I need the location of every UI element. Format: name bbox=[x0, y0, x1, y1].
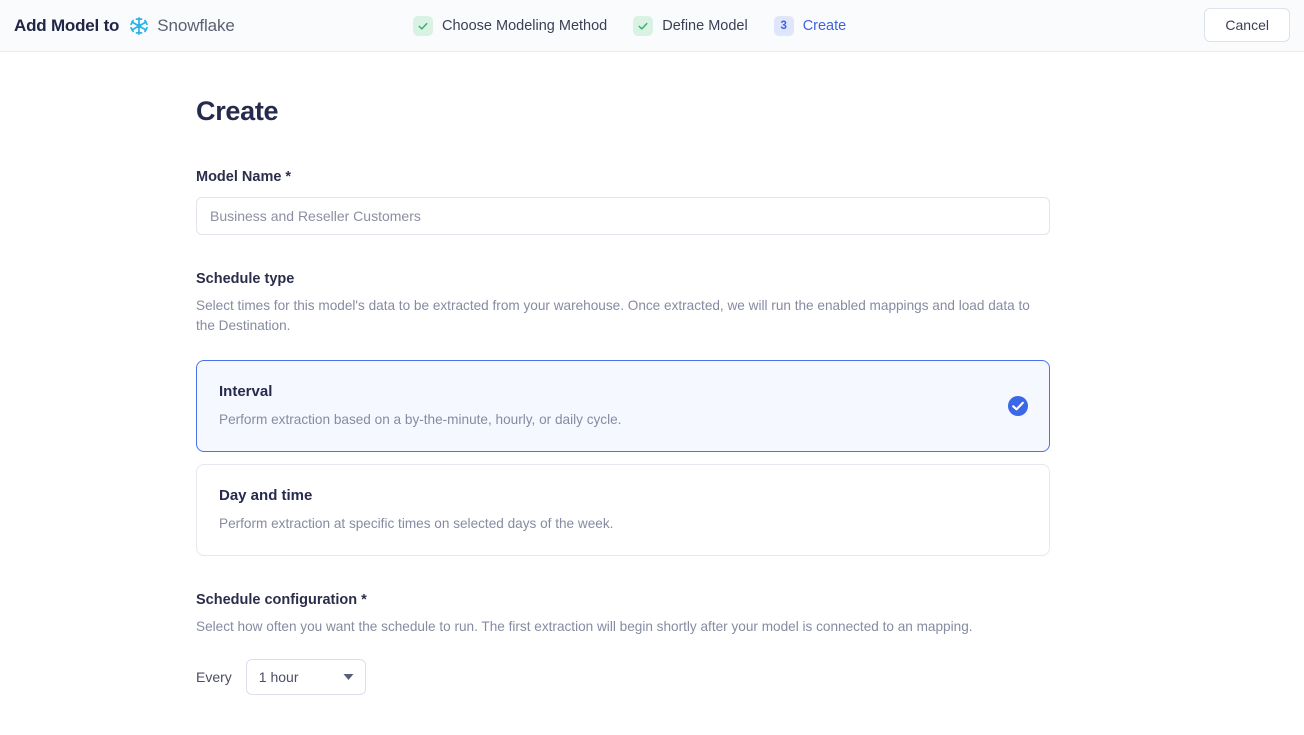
schedule-configuration-title: Schedule configuration * bbox=[196, 592, 1050, 608]
step-choose-modeling-method[interactable]: Choose Modeling Method bbox=[413, 16, 607, 36]
step-label-define-model: Define Model bbox=[662, 18, 747, 34]
chevron-down-icon bbox=[343, 673, 354, 681]
model-name-input[interactable] bbox=[196, 197, 1050, 235]
model-name-field-group: Model Name * bbox=[196, 169, 1050, 235]
check-circle-icon bbox=[1008, 396, 1028, 416]
step-complete-check-icon bbox=[413, 16, 433, 36]
schedule-type-title: Schedule type bbox=[196, 271, 1050, 287]
page-title: Create bbox=[196, 96, 1050, 127]
step-complete-check-icon bbox=[633, 16, 653, 36]
step-create[interactable]: 3 Create bbox=[774, 16, 847, 36]
schedule-type-section: Schedule type Select times for this mode… bbox=[196, 271, 1050, 556]
schedule-option-interval-title: Interval bbox=[219, 383, 1027, 400]
main-content: Create Model Name * Schedule type Select… bbox=[196, 52, 1050, 695]
app-header: Add Model to Snowflake bbox=[0, 0, 1304, 52]
header-vendor-name: Snowflake bbox=[157, 16, 235, 36]
interval-selector-row: Every 1 hour bbox=[196, 659, 1050, 695]
schedule-option-interval-description: Perform extraction based on a by-the-min… bbox=[219, 412, 1027, 427]
schedule-type-options: Interval Perform extraction based on a b… bbox=[196, 360, 1050, 556]
model-name-label: Model Name * bbox=[196, 169, 1050, 185]
interval-select-value: 1 hour bbox=[259, 669, 299, 685]
schedule-option-interval[interactable]: Interval Perform extraction based on a b… bbox=[196, 360, 1050, 452]
brand: Add Model to Snowflake bbox=[14, 15, 235, 37]
step-label-create: Create bbox=[803, 18, 847, 34]
schedule-option-day-and-time-description: Perform extraction at specific times on … bbox=[219, 516, 1027, 531]
schedule-option-day-and-time-title: Day and time bbox=[219, 487, 1027, 504]
schedule-configuration-section: Schedule configuration * Select how ofte… bbox=[196, 592, 1050, 695]
step-label-choose-modeling-method: Choose Modeling Method bbox=[442, 18, 607, 34]
progress-stepper: Choose Modeling Method Define Model 3 Cr… bbox=[413, 0, 846, 52]
cancel-button[interactable]: Cancel bbox=[1204, 8, 1290, 42]
every-label: Every bbox=[196, 669, 232, 685]
step-number-badge: 3 bbox=[774, 16, 794, 36]
schedule-configuration-description: Select how often you want the schedule t… bbox=[196, 617, 1036, 637]
step-define-model[interactable]: Define Model bbox=[633, 16, 747, 36]
schedule-option-day-and-time[interactable]: Day and time Perform extraction at speci… bbox=[196, 464, 1050, 556]
snowflake-icon bbox=[128, 15, 150, 37]
schedule-type-description: Select times for this model's data to be… bbox=[196, 296, 1036, 336]
header-title: Add Model to bbox=[14, 16, 119, 36]
interval-select[interactable]: 1 hour bbox=[246, 659, 366, 695]
